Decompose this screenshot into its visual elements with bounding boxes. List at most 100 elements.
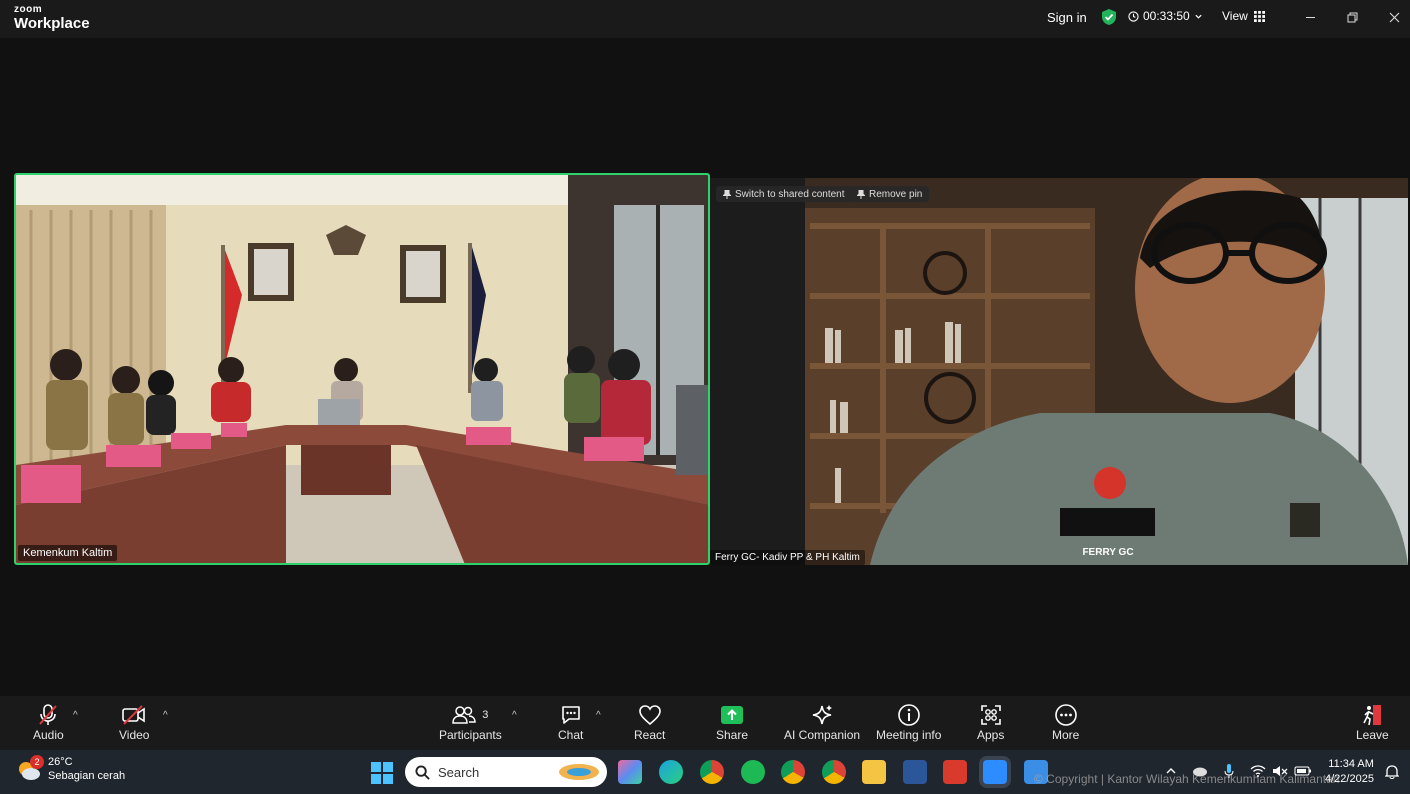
minimize-icon <box>1305 16 1315 18</box>
spotify-icon[interactable] <box>741 760 765 784</box>
system-clock[interactable]: 11:34 AM 4/22/2025 <box>1325 757 1374 787</box>
pin-icon <box>723 189 731 199</box>
pin-icon <box>857 189 865 199</box>
participants-label: Participants <box>439 728 502 742</box>
meeting-toolbar: Audio ^ Video ^ 3 Participants ^ Chat ^ … <box>0 696 1410 750</box>
video-label: Video <box>119 728 150 742</box>
chrome-profile-2-icon[interactable] <box>822 760 846 784</box>
word-icon[interactable] <box>903 760 927 784</box>
weather-widget[interactable]: 2 26°C Sebagian cerah <box>16 754 126 784</box>
microphone-icon[interactable] <box>1224 763 1234 779</box>
weather-description: Sebagian cerah <box>48 769 126 782</box>
restore-icon <box>1347 12 1357 22</box>
restore-button[interactable] <box>1340 6 1364 28</box>
minimize-button[interactable] <box>1298 6 1322 28</box>
chrome-profile-icon[interactable] <box>781 760 805 784</box>
encryption-shield-icon[interactable] <box>1101 8 1117 26</box>
microphone-muted-icon <box>39 704 58 725</box>
volume-muted-icon[interactable] <box>1272 765 1288 777</box>
share-screen-icon <box>721 706 744 724</box>
search-icon <box>415 764 430 780</box>
heart-icon <box>638 705 661 726</box>
switch-to-shared-content-button[interactable]: Switch to shared content <box>716 186 852 202</box>
leave-label: Leave <box>1356 728 1389 742</box>
ai-companion-label: AI Companion <box>784 728 861 742</box>
apps-button[interactable]: Apps <box>977 702 1004 742</box>
participants-count: 3 <box>482 709 489 721</box>
video-tile-kemenkum-kaltim[interactable]: Kemenkum Kaltim <box>14 173 710 565</box>
battery-icon[interactable] <box>1294 765 1312 777</box>
participants-options-caret-icon[interactable]: ^ <box>512 710 517 721</box>
meeting-info-button[interactable]: Meeting info <box>876 702 941 742</box>
audio-options-caret-icon[interactable]: ^ <box>73 710 78 721</box>
show-hidden-icons-chevron-icon[interactable] <box>1166 767 1176 775</box>
clock-date: 4/22/2025 <box>1325 772 1374 785</box>
participant-name-label: Kemenkum Kaltim <box>18 545 118 561</box>
chat-button[interactable]: Chat <box>558 702 583 742</box>
react-button[interactable]: React <box>634 702 665 742</box>
search-highlight-icon <box>559 764 599 780</box>
wifi-icon[interactable] <box>1250 765 1266 777</box>
close-button[interactable] <box>1382 6 1406 28</box>
notifications-bell-icon[interactable] <box>1385 764 1399 780</box>
cloud-icon[interactable] <box>1192 765 1208 777</box>
info-icon <box>897 704 920 726</box>
chrome-icon[interactable] <box>700 760 724 784</box>
apps-icon <box>980 705 1001 725</box>
chat-label: Chat <box>558 728 584 742</box>
logo-zoom-text: zoom <box>14 4 43 15</box>
chat-options-caret-icon[interactable]: ^ <box>596 710 601 721</box>
participants-button[interactable]: 3 Participants <box>439 702 502 742</box>
clock-icon <box>1128 10 1139 22</box>
react-label: React <box>634 728 666 742</box>
taskbar-search[interactable]: Search <box>405 757 607 787</box>
windows-taskbar: 2 26°C Sebagian cerah Search © Copyright <box>0 750 1410 794</box>
file-explorer-icon[interactable] <box>862 760 886 784</box>
zoom-workplace-logo: zoom Workplace <box>14 4 90 32</box>
pdf-reader-icon[interactable] <box>943 760 967 784</box>
ai-sparkle-icon <box>812 705 833 725</box>
share-label: Share <box>716 728 749 742</box>
close-icon <box>1389 12 1399 22</box>
zoom-window: zoom Workplace Sign in 00:33:50 View Kem… <box>0 0 1410 794</box>
participant-name-label: Ferry GC- Kadiv PP & PH Kaltim <box>710 550 865 565</box>
meeting-info-label: Meeting info <box>876 728 942 742</box>
leave-button[interactable]: Leave <box>1356 702 1389 742</box>
windows-start-icon[interactable] <box>371 762 393 784</box>
view-button[interactable]: View <box>1222 9 1265 23</box>
name-badge: FERRY GC <box>1082 547 1134 558</box>
zoom-taskbar-icon[interactable] <box>983 760 1007 784</box>
video-options-caret-icon[interactable]: ^ <box>163 710 168 721</box>
share-button[interactable]: Share <box>716 702 748 742</box>
apps-label: Apps <box>977 728 1005 742</box>
view-label: View <box>1222 9 1248 23</box>
remove-pin-button[interactable]: Remove pin <box>850 186 930 202</box>
audio-button[interactable]: Audio <box>33 702 64 742</box>
weather-icon: 2 <box>16 754 44 783</box>
camera-off-icon <box>122 705 146 725</box>
remove-pin-label: Remove pin <box>869 188 923 200</box>
logo-workplace-text: Workplace <box>14 15 90 32</box>
video-stage: Kemenkum Kaltim Switch to shared content… <box>0 38 1410 696</box>
ai-companion-button[interactable]: AI Companion <box>784 702 860 742</box>
edge-icon[interactable] <box>659 760 683 784</box>
search-placeholder: Search <box>438 764 480 780</box>
grid-icon <box>1253 10 1265 22</box>
clock-time: 11:34 AM <box>1328 758 1374 770</box>
copilot-icon[interactable] <box>618 760 642 784</box>
audio-label: Audio <box>33 728 64 742</box>
meeting-timer[interactable]: 00:33:50 <box>1128 9 1203 23</box>
more-button[interactable]: More <box>1052 702 1079 742</box>
sign-in-link[interactable]: Sign in <box>1047 10 1087 25</box>
chevron-down-icon <box>1195 14 1202 19</box>
weather-temperature: 26°C <box>48 756 73 768</box>
video-tile-ferry-gc[interactable]: Switch to shared content Remove pin FERR… <box>710 178 1408 565</box>
more-label: More <box>1052 728 1080 742</box>
speaker-video <box>710 178 1408 565</box>
switch-to-shared-content-label: Switch to shared content <box>735 188 845 200</box>
timer-value: 00:33:50 <box>1143 9 1190 23</box>
leave-icon <box>1363 705 1382 726</box>
video-button[interactable]: Video <box>119 702 149 742</box>
chat-icon <box>561 706 580 724</box>
more-icon <box>1054 704 1077 726</box>
